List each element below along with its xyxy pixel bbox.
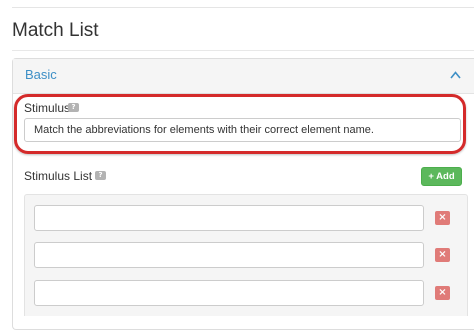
list-item: × [25,280,467,308]
stimulus-list: × × × [24,194,468,316]
stimulus-item-input[interactable] [34,280,424,306]
stimulus-item-input[interactable] [34,242,424,268]
panel-heading-label[interactable]: Basic [25,67,57,82]
stimulus-list-label: Stimulus List [24,169,93,183]
add-button[interactable]: + Add [421,167,462,186]
remove-button[interactable]: × [435,286,450,300]
chevron-up-icon[interactable] [450,71,461,79]
help-icon[interactable]: ? [95,171,106,180]
highlight-annotation [14,94,466,154]
list-item: × [25,205,467,233]
title-divider [12,50,474,51]
page-title: Match List [12,20,99,41]
remove-button[interactable]: × [435,248,450,262]
remove-button[interactable]: × [435,211,450,225]
list-item: × [25,242,467,270]
panel-heading[interactable]: Basic [13,59,474,94]
top-divider [12,7,474,8]
stimulus-item-input[interactable] [34,205,424,231]
